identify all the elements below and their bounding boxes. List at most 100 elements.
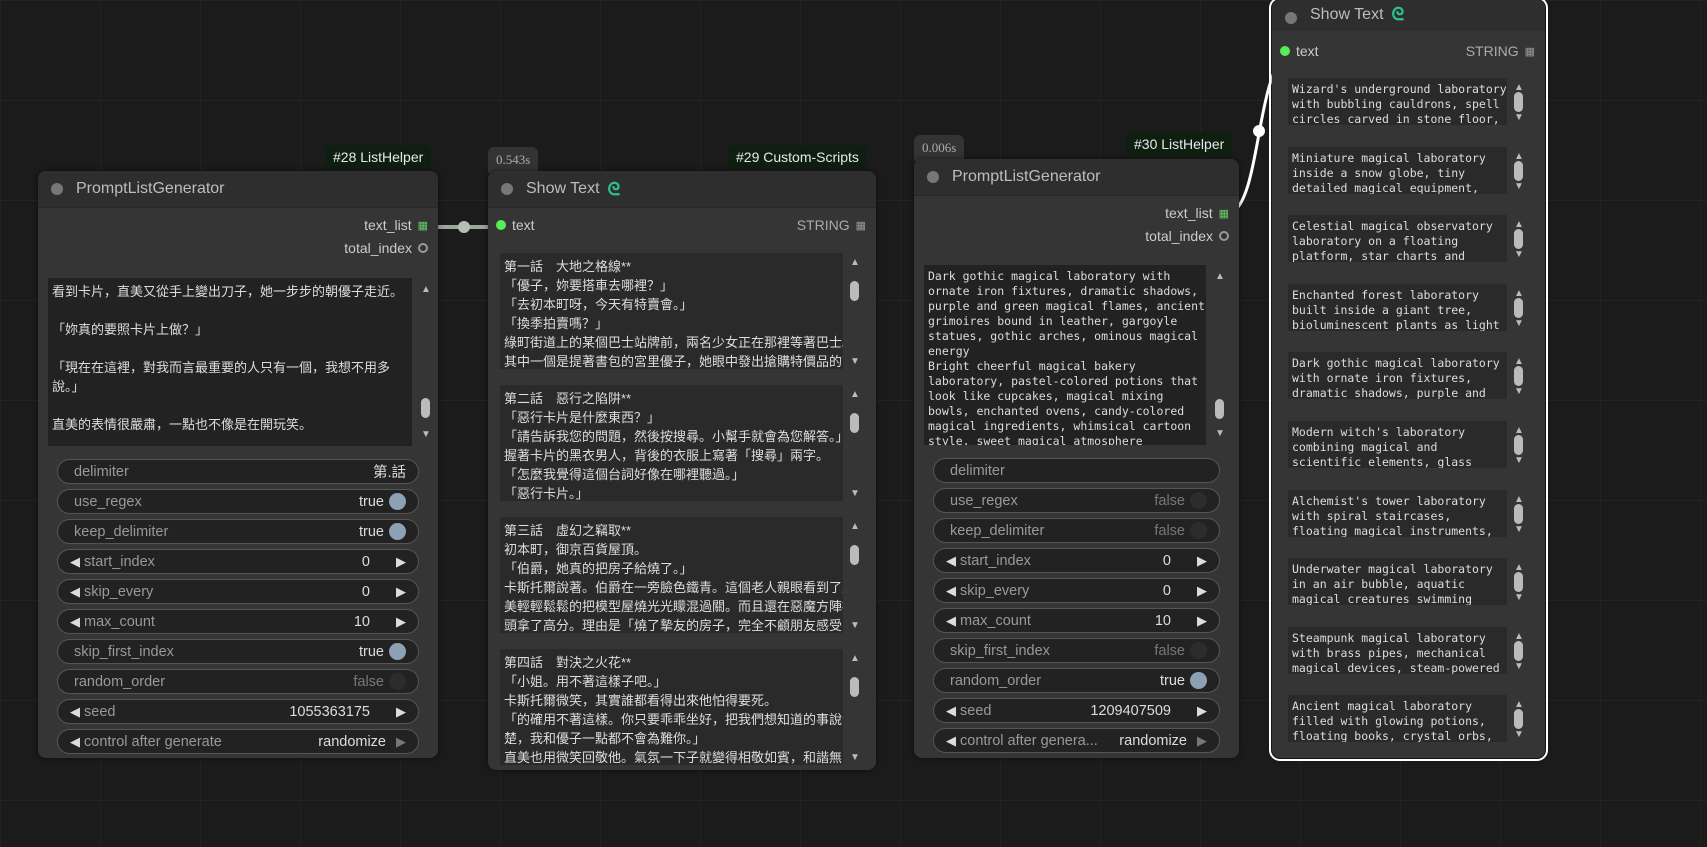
collapse-dot[interactable] (1285, 12, 1297, 24)
scroll-up-icon[interactable]: ▲ (850, 521, 860, 532)
scrollbar[interactable]: ▲ ▼ (1509, 78, 1529, 125)
scrollbar-thumb[interactable] (1514, 366, 1523, 387)
scroll-down-icon[interactable]: ▼ (850, 488, 860, 499)
input-dot[interactable] (496, 220, 506, 230)
scroll-down-icon[interactable]: ▼ (1514, 318, 1524, 329)
text-output-item[interactable]: 第四話 對決之火花** 「小姐。用不著這樣子吧。」 卡斯托爾微笑，其實誰都看得出… (500, 649, 843, 765)
scroll-up-icon[interactable]: ▲ (850, 257, 860, 268)
text-output-item[interactable]: Wizard's underground laboratory with bub… (1288, 78, 1507, 125)
increment-arrow-icon[interactable]: ▶ (396, 584, 406, 600)
toggle-knob[interactable] (389, 493, 406, 510)
input-slot-text[interactable]: text (496, 217, 535, 233)
scrollbar-thumb[interactable] (1514, 229, 1523, 250)
text-output-item[interactable]: Alchemist's tower laboratory with spiral… (1288, 489, 1507, 537)
list-output-icon[interactable]: ▦ (1219, 207, 1229, 220)
combo-arrow-icon[interactable]: ▶ (396, 734, 406, 750)
scrollbar-thumb[interactable] (850, 281, 859, 301)
list-output-icon[interactable]: ▦ (418, 219, 428, 232)
widget-use_regex[interactable]: use_regex true (57, 489, 419, 514)
scroll-up-icon[interactable]: ▲ (1215, 271, 1225, 282)
increment-arrow-icon[interactable]: ▶ (1197, 613, 1207, 629)
scrollbar[interactable]: ▲ ▼ (416, 280, 436, 442)
widget-use_regex[interactable]: use_regex false (933, 488, 1220, 513)
scroll-down-icon[interactable]: ▼ (1514, 455, 1524, 466)
text-output-item[interactable]: 第二話 惡行之陷阱** 「惡行卡片是什麼東西？」 「請告訴我您的問題，然後按搜尋… (500, 385, 843, 501)
node-title-bar[interactable]: Show Text ᘓ (488, 171, 876, 208)
toggle-knob[interactable] (1190, 642, 1207, 659)
scroll-down-icon[interactable]: ▼ (1514, 592, 1524, 603)
text-output-item[interactable]: 第一話 大地之格線** 「優子，妳要搭車去哪裡？」 「去初本町呀，今天有特賣會。… (500, 253, 843, 369)
output-slot-total_index[interactable]: total_index (344, 240, 428, 256)
scrollbar[interactable]: ▲ ▼ (845, 517, 865, 633)
node-show-text[interactable]: Show Text ᘓ text STRING ▦ 第一話 大地之格線** 「優子，妳要搭… (488, 171, 876, 770)
link-midpoint[interactable] (1253, 125, 1265, 137)
scrollbar[interactable]: ▲ ▼ (1509, 215, 1529, 262)
scroll-down-icon[interactable]: ▼ (1514, 661, 1524, 672)
scrollbar[interactable]: ▲ ▼ (845, 253, 865, 369)
widget-value[interactable]: 10 (354, 614, 370, 630)
scroll-down-icon[interactable]: ▼ (850, 752, 860, 763)
scrollbar-thumb[interactable] (421, 398, 430, 418)
increment-arrow-icon[interactable]: ▶ (1197, 553, 1207, 569)
widget-skip_first_index[interactable]: skip_first_index true (57, 639, 419, 664)
widget-value[interactable]: 0 (362, 554, 370, 570)
widget-keep_delimiter[interactable]: keep_delimiter true (57, 519, 419, 544)
widget-value[interactable]: randomize (318, 734, 386, 750)
node-prompt-list-generator[interactable]: PromptListGenerator text_list ▦ total_index… (914, 159, 1239, 758)
increment-arrow-icon[interactable]: ▶ (1197, 583, 1207, 599)
decrement-arrow-icon[interactable]: ◀ (70, 614, 80, 630)
scrollbar-thumb[interactable] (1514, 160, 1523, 181)
decrement-arrow-icon[interactable]: ◀ (946, 553, 956, 569)
decrement-arrow-icon[interactable]: ◀ (70, 584, 80, 600)
output-slot-total_index[interactable]: total_index (1145, 228, 1229, 244)
widget-delimiter[interactable]: delimiter (933, 458, 1220, 483)
widget-max_count[interactable]: ◀ max_count 10 ▶ (57, 609, 419, 634)
widget-skip_every[interactable]: ◀ skip_every 0 ▶ (57, 579, 419, 604)
widget-random_order[interactable]: random_order false (57, 669, 419, 694)
scrollbar[interactable]: ▲ ▼ (1509, 627, 1529, 674)
scrollbar-thumb[interactable] (850, 413, 859, 433)
widget-skip_first_index[interactable]: skip_first_index false (933, 638, 1220, 663)
widget-random_order[interactable]: random_order true (933, 668, 1220, 693)
scroll-down-icon[interactable]: ▼ (1514, 386, 1524, 397)
output-slot-text_list[interactable]: text_list ▦ (1165, 205, 1229, 221)
scroll-down-icon[interactable]: ▼ (421, 429, 431, 440)
widget-controlaftergenera[interactable]: ◀ control after genera... randomize ▶ (933, 728, 1220, 753)
widget-value[interactable]: false (1154, 643, 1185, 659)
scrollbar[interactable]: ▲ ▼ (1509, 284, 1529, 331)
widget-value[interactable]: 1209407509 (1090, 703, 1171, 719)
decrement-arrow-icon[interactable]: ◀ (946, 613, 956, 629)
scrollbar-thumb[interactable] (1514, 92, 1523, 112)
scrollbar[interactable]: ▲ ▼ (1509, 695, 1529, 742)
toggle-knob[interactable] (389, 673, 406, 690)
scroll-up-icon[interactable]: ▲ (421, 284, 431, 295)
scrollbar[interactable]: ▲ ▼ (1509, 490, 1529, 537)
scrollbar[interactable]: ▲ ▼ (845, 385, 865, 501)
node-title-bar[interactable]: PromptListGenerator (38, 171, 438, 208)
widget-skip_every[interactable]: ◀ skip_every 0 ▶ (933, 578, 1220, 603)
scrollbar[interactable]: ▲ ▼ (1509, 352, 1529, 399)
widget-value[interactable]: 0 (1163, 583, 1171, 599)
scrollbar-thumb[interactable] (1514, 503, 1523, 524)
scrollbar-thumb[interactable] (1514, 709, 1523, 730)
increment-arrow-icon[interactable]: ▶ (1197, 703, 1207, 719)
widget-value[interactable]: 0 (1163, 553, 1171, 569)
input-slot-text[interactable]: text (1280, 43, 1319, 59)
widget-start_index[interactable]: ◀ start_index 0 ▶ (57, 549, 419, 574)
decrement-arrow-icon[interactable]: ◀ (946, 733, 956, 749)
text-output-item[interactable]: 第三話 虛幻之竊取** 初本町，御京百貨屋頂。 「伯爵，她真的把房子給燒了。」 … (500, 517, 843, 633)
scroll-up-icon[interactable]: ▲ (1514, 151, 1524, 162)
text-output-item[interactable]: Ancient magical laboratory filled with g… (1288, 695, 1507, 743)
toggle-knob[interactable] (1190, 492, 1207, 509)
scroll-down-icon[interactable]: ▼ (1514, 181, 1524, 192)
decrement-arrow-icon[interactable]: ◀ (946, 703, 956, 719)
widget-value[interactable]: 10 (1155, 613, 1171, 629)
widget-value[interactable]: true (359, 644, 384, 660)
scroll-up-icon[interactable]: ▲ (850, 389, 860, 400)
node-title-bar[interactable]: PromptListGenerator (914, 159, 1239, 196)
scroll-up-icon[interactable]: ▲ (850, 653, 860, 664)
scrollbar-thumb[interactable] (1514, 572, 1523, 593)
scrollbar[interactable]: ▲ ▼ (1509, 421, 1529, 468)
scroll-down-icon[interactable]: ▼ (1514, 729, 1524, 740)
widget-value[interactable]: true (1160, 673, 1185, 689)
